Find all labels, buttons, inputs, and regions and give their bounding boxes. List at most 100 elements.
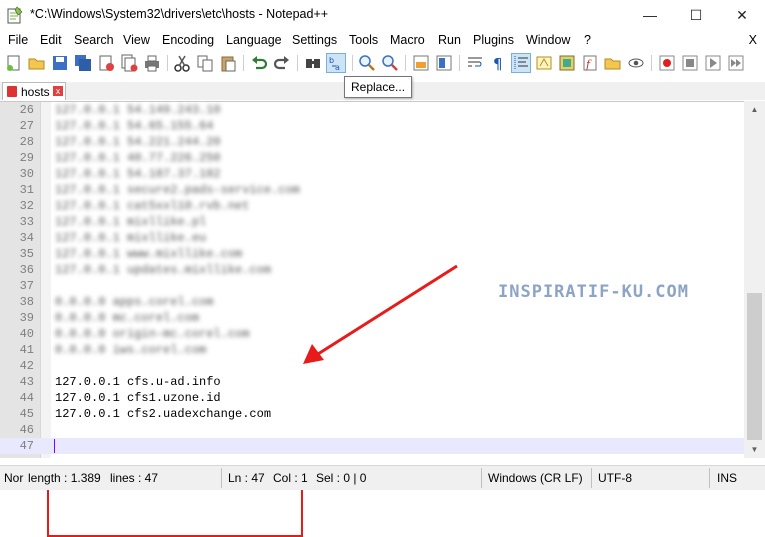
scroll-down-icon[interactable]: ▼ [744, 441, 765, 458]
line-text: 0.0.0.0 mc.corel.com [55, 311, 200, 325]
editor-line[interactable]: 28 127.0.0.1 54.221.244.20 [0, 134, 744, 150]
line-text: 0.0.0.0 iws.corel.com [55, 343, 207, 357]
find-icon[interactable] [304, 54, 322, 72]
toolbar-separator [405, 55, 406, 71]
editor-line[interactable]: 30 127.0.0.1 54.187.37.182 [0, 166, 744, 182]
line-text: 127.0.0.1 54.221.244.20 [55, 135, 221, 149]
menu-search[interactable]: Search [74, 33, 114, 47]
print-icon[interactable] [143, 54, 161, 72]
run-macro-multiple-icon[interactable] [727, 54, 745, 72]
close-file-icon[interactable] [97, 54, 115, 72]
zoom-out-icon[interactable] [381, 54, 399, 72]
editor-area[interactable]: 26 127.0.0.1 54.149.243.10 27 127.0.0.1 54.… [0, 101, 744, 537]
close-all-icon[interactable] [120, 54, 138, 72]
tab-hosts[interactable]: hosts x [2, 82, 66, 100]
status-separator [709, 468, 710, 488]
editor-line[interactable]: 43 127.0.0.1 cfs.u-ad.info [0, 374, 744, 390]
document-map-icon[interactable] [558, 54, 576, 72]
copy-icon[interactable] [196, 54, 214, 72]
save-all-icon[interactable] [74, 54, 92, 72]
close-button[interactable]: ✕ [719, 0, 765, 30]
scroll-thumb[interactable] [747, 293, 762, 440]
sync-horizontal-icon[interactable] [435, 54, 453, 72]
monitoring-eye-icon[interactable] [627, 54, 645, 72]
status-encoding[interactable]: UTF-8 [598, 471, 632, 485]
notepad-plus-plus-icon [7, 6, 23, 24]
editor-line[interactable]: 33 127.0.0.1 mixllike.pl [0, 214, 744, 230]
line-number: 30 [19, 167, 34, 181]
save-icon[interactable] [51, 54, 69, 72]
editor-line[interactable]: 40 0.0.0.0 origin-mc.corel.com [0, 326, 744, 342]
menu-macro[interactable]: Macro [390, 33, 425, 47]
undo-icon[interactable] [250, 54, 268, 72]
record-macro-icon[interactable] [658, 54, 676, 72]
sync-vertical-icon[interactable] [412, 54, 430, 72]
menu-view[interactable]: View [123, 33, 150, 47]
editor-line[interactable]: 34 127.0.0.1 mixllike.eu [0, 230, 744, 246]
new-file-icon[interactable] [5, 54, 23, 72]
editor-line[interactable]: 27 127.0.0.1 54.65.155.64 [0, 118, 744, 134]
title-bar: *C:\Windows\System32\drivers\etc\hosts -… [0, 0, 765, 30]
editor-line[interactable]: 45 127.0.0.1 cfs2.uadexchange.com [0, 406, 744, 422]
menu-encoding[interactable]: Encoding [162, 33, 214, 47]
editor-line[interactable]: 47 [0, 438, 744, 454]
menu-help[interactable]: ? [584, 33, 591, 47]
editor-line[interactable]: 32 127.0.0.1 cat5xxl10.rvb.net [0, 198, 744, 214]
editor-line[interactable]: 39 0.0.0.0 mc.corel.com [0, 310, 744, 326]
function-list-icon[interactable]: f [581, 54, 599, 72]
menu-window[interactable]: Window [526, 33, 570, 47]
tab-close-icon[interactable]: x [53, 86, 63, 96]
vertical-scrollbar[interactable]: ▲ ▼ [744, 101, 765, 458]
show-all-characters-icon[interactable]: ¶ [489, 54, 507, 72]
replace-tooltip: Replace... [344, 76, 413, 98]
line-text: 127.0.0.1 cfs.u-ad.info [55, 375, 221, 389]
menu-settings[interactable]: Settings [292, 33, 337, 47]
stop-macro-icon[interactable] [681, 54, 699, 72]
text-caret [54, 439, 55, 453]
editor-line[interactable]: 26 127.0.0.1 54.149.243.10 [0, 102, 744, 118]
line-number: 41 [19, 343, 34, 357]
folder-workspace-icon[interactable] [604, 54, 622, 72]
status-column: Col : 1 [273, 471, 308, 485]
toolbar-separator [297, 55, 298, 71]
cut-icon[interactable] [173, 54, 191, 72]
udl-icon[interactable] [535, 54, 553, 72]
menu-run[interactable]: Run [438, 33, 461, 47]
close-document-button[interactable]: X [749, 33, 757, 47]
word-wrap-icon[interactable] [466, 54, 484, 72]
minimize-button[interactable]: — [627, 0, 673, 30]
menu-edit[interactable]: Edit [40, 33, 62, 47]
editor-line[interactable]: 35 127.0.0.1 www.mixllike.com [0, 246, 744, 262]
zoom-in-icon[interactable] [358, 54, 376, 72]
line-text: 127.0.0.1 54.149.243.10 [55, 103, 221, 117]
menu-tools[interactable]: Tools [349, 33, 378, 47]
status-eol[interactable]: Windows (CR LF) [488, 471, 583, 485]
replace-icon[interactable]: ba [326, 53, 346, 73]
status-separator [221, 468, 222, 488]
open-file-icon[interactable] [28, 54, 46, 72]
editor-line[interactable]: 36 127.0.0.1 updates.mixllike.com [0, 262, 744, 278]
editor-line[interactable]: 46 [0, 422, 744, 438]
play-macro-icon[interactable] [704, 54, 722, 72]
indent-guide-icon[interactable] [511, 53, 531, 73]
redo-icon[interactable] [273, 54, 291, 72]
maximize-button[interactable]: ☐ [673, 0, 719, 30]
line-text: 0.0.0.0 apps.corel.com [55, 295, 214, 309]
scroll-up-icon[interactable]: ▲ [744, 101, 765, 118]
menu-language[interactable]: Language [226, 33, 282, 47]
editor-line[interactable]: 31 127.0.0.1 secure2.pads-service.com [0, 182, 744, 198]
paste-icon[interactable] [219, 54, 237, 72]
editor-line[interactable]: 41 0.0.0.0 iws.corel.com [0, 342, 744, 358]
editor-line[interactable]: 29 127.0.0.1 40.77.226.250 [0, 150, 744, 166]
line-number: 40 [19, 327, 34, 341]
status-file-type: Nor [4, 471, 24, 485]
status-insert-mode[interactable]: INS [717, 471, 737, 485]
toolbar: ba ¶ f [0, 50, 765, 76]
menu-file[interactable]: File [8, 33, 28, 47]
editor-line[interactable]: 42 [0, 358, 744, 374]
menu-plugins[interactable]: Plugins [473, 33, 514, 47]
line-number: 34 [19, 231, 34, 245]
menu-bar: File Edit Search View Encoding Language … [0, 30, 765, 50]
editor-line[interactable]: 44 127.0.0.1 cfs1.uzone.id [0, 390, 744, 406]
line-text: 0.0.0.0 origin-mc.corel.com [55, 327, 250, 341]
